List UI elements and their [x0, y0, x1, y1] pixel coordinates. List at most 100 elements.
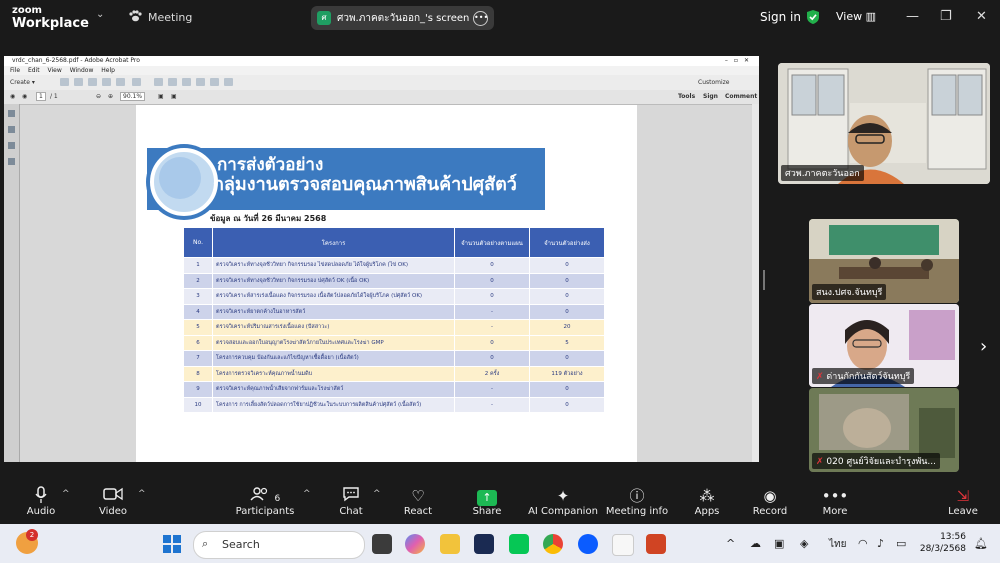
save-icon[interactable]	[74, 78, 83, 86]
comment-icon[interactable]	[168, 78, 177, 86]
row-number: 3	[183, 288, 213, 305]
signatures-icon[interactable]	[8, 158, 15, 165]
react-button[interactable]: ♡ React	[383, 486, 453, 517]
cloud-sync-icon[interactable]: ☁	[750, 537, 761, 550]
zoom-app-icon[interactable]	[578, 534, 598, 554]
attachments-icon[interactable]	[8, 142, 15, 149]
share-button[interactable]: ↑ Share	[452, 486, 522, 517]
more-options-icon[interactable]: •••	[473, 10, 488, 26]
copilot-icon[interactable]	[405, 534, 425, 554]
meeting-info-button[interactable]: ⓘ Meeting info	[602, 486, 672, 517]
speaker-name: ศวพ.ภาคตะวันออก	[781, 165, 864, 181]
cloud-icon[interactable]	[88, 78, 97, 86]
menu-help[interactable]: Help	[101, 67, 115, 74]
battery-icon[interactable]: ▭	[896, 537, 906, 550]
participant-tile-1[interactable]: สนง.ปศจ.จันทบุรี	[809, 219, 959, 303]
stamp-icon[interactable]	[196, 78, 205, 86]
zoom-out-icon[interactable]: ⊖	[96, 93, 101, 100]
row-number: 8	[183, 365, 213, 382]
next-page-arrow-icon[interactable]: ›	[980, 336, 987, 357]
close-icon[interactable]: ✕	[976, 9, 987, 24]
menu-file[interactable]: File	[10, 67, 20, 74]
mail-icon[interactable]	[116, 78, 125, 86]
row-number: 6	[183, 334, 213, 351]
tray-shield-icon[interactable]: ◈	[800, 537, 808, 550]
acrobat-scrollbar[interactable]	[752, 104, 759, 462]
acrobat-app-icon[interactable]	[612, 534, 634, 556]
chevron-down-icon[interactable]: ⌄	[96, 9, 104, 20]
print-icon[interactable]	[102, 78, 111, 86]
customize-button[interactable]: Customize	[698, 79, 730, 86]
terminal-app-icon[interactable]	[474, 534, 494, 554]
ai-companion-button[interactable]: ✦ AI Companion	[524, 486, 602, 517]
panel-resize-handle[interactable]	[763, 270, 765, 290]
windows-start-icon[interactable]	[163, 535, 181, 557]
participants-options-caret-icon[interactable]: ^	[303, 489, 311, 499]
table-row: 7 โครงการควบคุม ป้องกันและแก้ไขปัญหาเชื้อ…	[183, 350, 605, 367]
chrome-icon[interactable]	[543, 534, 563, 554]
active-speaker-video[interactable]: ศวพ.ภาคตะวันออก	[778, 63, 990, 184]
edit-icon[interactable]	[210, 78, 219, 86]
next-page-icon[interactable]: ◉	[22, 93, 27, 100]
input-language-indicator[interactable]: ไทย	[829, 537, 846, 552]
meeting-tab[interactable]: Meeting	[128, 10, 192, 25]
show-hidden-icons-icon[interactable]: ^	[726, 537, 735, 550]
row-planned: 0	[454, 288, 530, 305]
highlight-icon[interactable]	[182, 78, 191, 86]
sign-button[interactable]: Sign	[703, 93, 718, 100]
powerpoint-app-icon[interactable]	[646, 534, 666, 554]
video-options-caret-icon[interactable]: ^	[138, 489, 146, 499]
restore-icon[interactable]: ❐	[940, 9, 952, 24]
fit-page-icon[interactable]: ▣	[158, 93, 164, 100]
screen-share-indicator[interactable]: ศ ศวพ.ภาคตะวันออก_'s screen •••	[311, 6, 494, 30]
row-project: ตรวจวิเคราะห์ทางจุลชีววิทยา กิจกรรมรอง ไ…	[212, 257, 455, 274]
line-app-icon[interactable]	[509, 534, 529, 554]
participants-button[interactable]: 6 Participants	[230, 486, 300, 517]
menu-view[interactable]: View	[48, 67, 62, 74]
participant-tile-2[interactable]: ✗ ด่านกักกันสัตว์จันทบุรี	[809, 304, 959, 387]
system-clock[interactable]: 13:56 28/3/2568	[918, 531, 966, 555]
shield-check-icon[interactable]	[806, 9, 820, 29]
table-row: 5 ตรวจวิเคราะห์ปริมาณสารเร่งเนื้อแดง (ปัส…	[183, 319, 605, 336]
bookmarks-icon[interactable]	[8, 126, 15, 133]
participant-tile-3[interactable]: ✗ 020 ศูนย์วิจัยและบำรุงพัน...	[809, 388, 959, 472]
notifications-bell-icon[interactable]: 🔔︎	[974, 537, 988, 550]
file-explorer-icon[interactable]	[440, 534, 460, 554]
menu-edit[interactable]: Edit	[28, 67, 40, 74]
comment-button[interactable]: Comment	[725, 93, 757, 100]
create-button[interactable]: Create ▾	[10, 79, 35, 86]
settings-icon[interactable]	[154, 78, 163, 86]
minimize-icon[interactable]: —	[906, 9, 919, 24]
view-button[interactable]: View ▥	[836, 10, 876, 23]
acrobat-window-controls[interactable]: –▫✕	[725, 56, 755, 66]
task-view-icon[interactable]	[372, 534, 392, 554]
taskbar-search-box[interactable]: ⌕ Search	[193, 531, 365, 559]
fit-width-icon[interactable]: ▣	[171, 93, 177, 100]
menu-window[interactable]: Window	[70, 67, 94, 74]
more-button[interactable]: ••• More	[800, 486, 870, 517]
zoom-level-input[interactable]: 90.1%	[120, 92, 146, 101]
table-row: 2 ตรวจวิเคราะห์ทางจุลชีววิทยา กิจกรรมรอง …	[183, 272, 605, 289]
chat-options-caret-icon[interactable]: ^	[373, 489, 381, 499]
row-sent: 0	[529, 272, 605, 289]
sign-in-button[interactable]: Sign in	[760, 10, 801, 24]
page-number-input[interactable]: 1	[36, 92, 46, 101]
search-icon: ⌕	[202, 537, 209, 550]
combine-icon[interactable]	[132, 78, 141, 86]
page-thumbnails-icon[interactable]	[8, 110, 15, 117]
apps-button[interactable]: ⁂ Apps	[672, 486, 742, 517]
tools-button[interactable]: Tools	[678, 93, 695, 100]
prev-page-icon[interactable]: ◉	[10, 93, 15, 100]
sign-icon[interactable]	[224, 78, 233, 86]
audio-options-caret-icon[interactable]: ^	[62, 489, 70, 499]
tray-app-icon[interactable]: ▣	[774, 537, 784, 550]
row-project: ตรวจวิเคราะห์คุณภาพน้ำเสียจากฟาร์มและโรง…	[212, 381, 455, 398]
wifi-icon[interactable]: ◠	[858, 537, 868, 550]
row-sent: 0	[529, 303, 605, 320]
record-button[interactable]: ◉ Record	[735, 486, 805, 517]
open-icon[interactable]	[60, 78, 69, 86]
volume-icon[interactable]: ♪	[877, 537, 884, 550]
windows-taskbar	[0, 524, 1000, 563]
leave-button[interactable]: ⇲ Leave	[928, 486, 998, 517]
zoom-in-icon[interactable]: ⊕	[108, 93, 113, 100]
